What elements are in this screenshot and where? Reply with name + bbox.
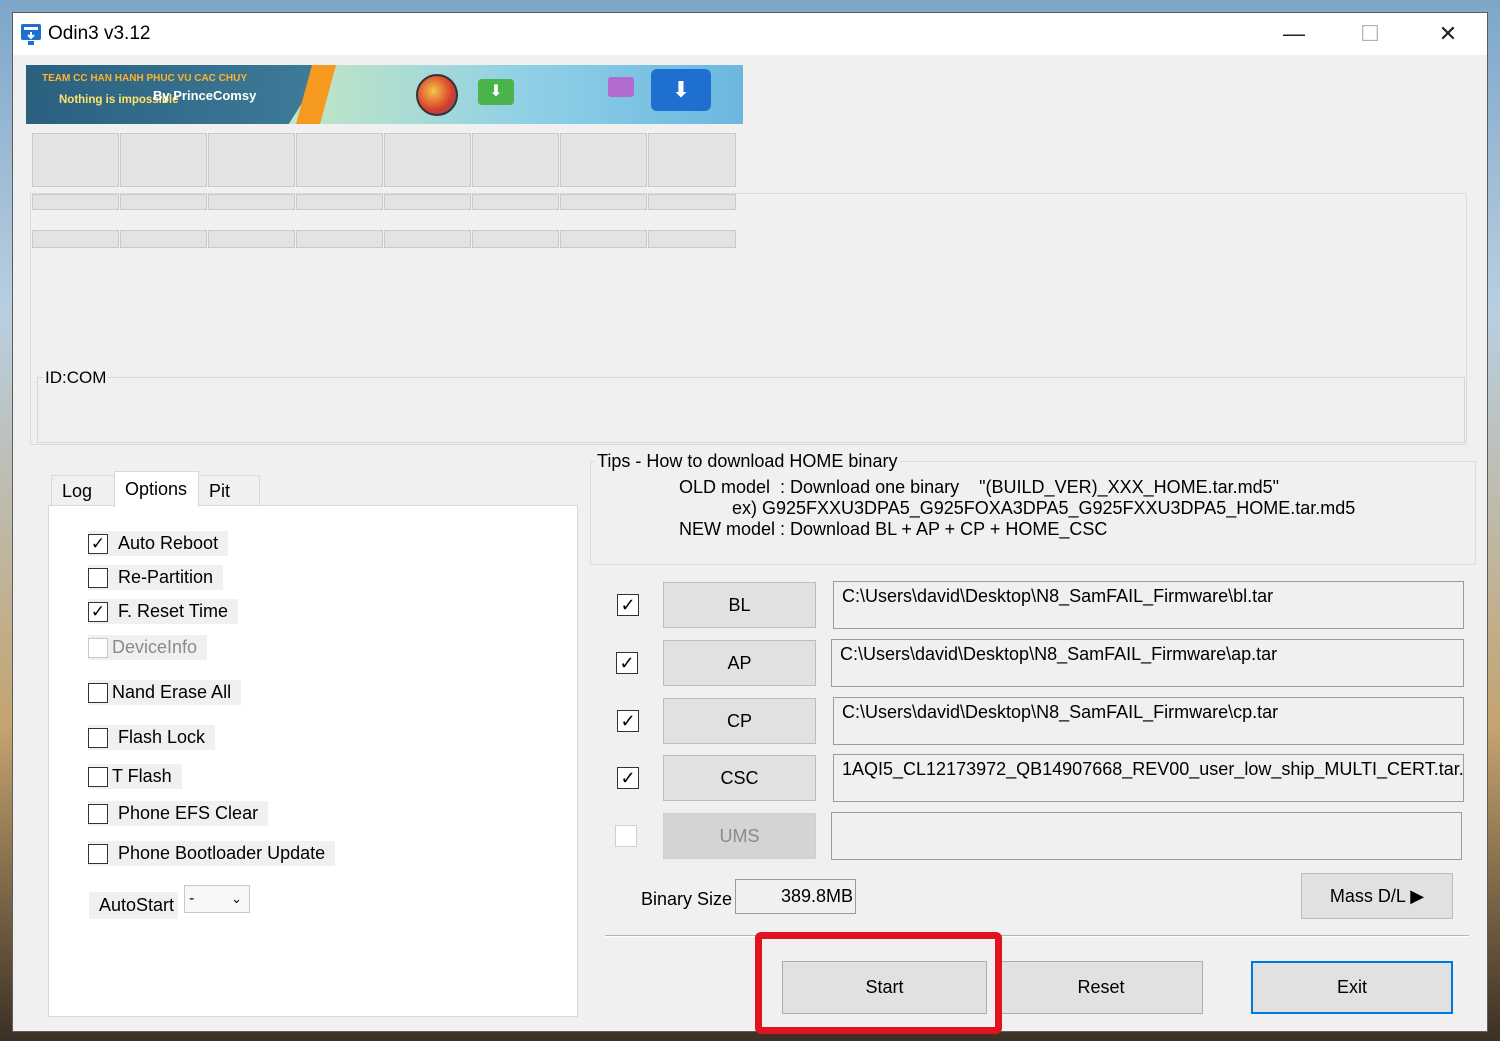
close-button[interactable]: ✕ (1410, 13, 1486, 55)
option-label: Re-Partition (118, 567, 214, 587)
message-icon (608, 77, 634, 97)
banner-byline: By PrinceComsy (153, 88, 257, 103)
reset-button[interactable]: Reset (999, 961, 1203, 1014)
start-highlight-annotation (755, 932, 1002, 1034)
checkbox-checked-icon: ✓ (620, 710, 636, 731)
window-title: Odin3 v3.12 (48, 23, 151, 44)
port-slot (32, 133, 119, 187)
ap-checkbox[interactable]: ✓ (616, 652, 638, 674)
checkbox-disabled-icon (88, 637, 108, 658)
title-bar[interactable]: Odin3 v3.12 — ☐ ✕ (13, 13, 1487, 55)
checkbox-checked-icon: ✓ (620, 767, 636, 788)
checkbox-unchecked-icon[interactable] (88, 766, 108, 787)
id-com-group (37, 377, 1465, 443)
option-t-flash[interactable]: T Flash (88, 764, 182, 789)
banner-team-text: TEAM CC HAN HANH PHUC VU CAC CHUY (42, 73, 247, 84)
option-label: DeviceInfo (112, 637, 198, 657)
cp-button[interactable]: CP (663, 698, 816, 744)
csc-path-field[interactable]: 1AQI5_CL12173972_QB14907668_REV00_user_l… (833, 754, 1464, 802)
option-label: Auto Reboot (118, 533, 219, 553)
maximize-button[interactable]: ☐ (1332, 13, 1408, 55)
port-slot (120, 133, 207, 187)
tips-line-new-model: NEW model : Download BL + AP + CP + HOME… (679, 519, 1108, 539)
checkbox-unchecked-icon[interactable] (88, 682, 108, 703)
csc-checkbox[interactable]: ✓ (617, 767, 639, 789)
globe-icon (416, 74, 458, 116)
option-flash-lock[interactable]: Flash Lock (88, 725, 216, 750)
checkbox-unchecked-icon[interactable] (88, 843, 108, 864)
minimize-icon: — (1283, 21, 1305, 46)
maximize-icon: ☐ (1360, 21, 1380, 46)
cp-path-field[interactable]: C:\Users\david\Desktop\N8_SamFAIL_Firmwa… (833, 697, 1464, 745)
mass-dl-button[interactable]: Mass D/L ▶ (1301, 873, 1453, 919)
ap-path-field[interactable]: C:\Users\david\Desktop\N8_SamFAIL_Firmwa… (831, 639, 1464, 687)
port-slot (208, 133, 295, 187)
checkbox-checked-icon: ✓ (620, 594, 636, 615)
option-phone-bootloader-update[interactable]: Phone Bootloader Update (88, 841, 336, 866)
bl-button[interactable]: BL (663, 582, 816, 628)
tab-log[interactable]: Log (51, 475, 115, 506)
option-label: F. Reset Time (118, 601, 229, 621)
option-auto-reboot[interactable]: ✓ Auto Reboot (88, 531, 229, 556)
bl-path-field[interactable]: C:\Users\david\Desktop\N8_SamFAIL_Firmwa… (833, 581, 1464, 629)
id-com-label: ID:COM (43, 368, 109, 388)
tips-line-example: ex) G925FXXU3DPA5_G925FOXA3DPA5_G925FXXU… (732, 498, 1356, 518)
checkbox-checked-icon[interactable]: ✓ (88, 533, 108, 554)
checkbox-unchecked-icon[interactable] (88, 727, 108, 748)
option-nand-erase-all[interactable]: Nand Erase All (88, 680, 242, 705)
autostart-label: AutoStart (89, 892, 179, 919)
tips-line-old-model: OLD model : Download one binary "(BUILD_… (679, 477, 1280, 497)
option-label: Phone EFS Clear (118, 803, 259, 823)
tab-pit[interactable]: Pit (198, 475, 260, 506)
option-deviceinfo: DeviceInfo (88, 635, 208, 660)
checkbox-checked-icon[interactable]: ✓ (88, 601, 108, 622)
ap-button[interactable]: AP (663, 640, 816, 686)
bl-checkbox[interactable]: ✓ (617, 594, 639, 616)
download-icon: ⬇ (478, 79, 514, 105)
tips-title: Tips - How to download HOME binary (595, 451, 900, 472)
port-slot (472, 133, 559, 187)
option-phone-efs-clear[interactable]: Phone EFS Clear (88, 801, 269, 826)
option-f-reset-time[interactable]: ✓ F. Reset Time (88, 599, 239, 624)
option-label: T Flash (112, 766, 172, 786)
checkbox-checked-icon: ✓ (619, 652, 635, 673)
option-label: Nand Erase All (112, 682, 232, 702)
odin-window: Odin3 v3.12 — ☐ ✕ TEAM CC HAN HANH PHUC … (12, 12, 1488, 1034)
chevron-down-icon: ⌄ (231, 891, 242, 906)
autostart-value: - (189, 890, 195, 907)
exit-button[interactable]: Exit (1251, 961, 1453, 1014)
separator (605, 935, 1469, 937)
download-box-icon: ⬇ (651, 69, 711, 111)
header-banner: TEAM CC HAN HANH PHUC VU CAC CHUY Nothin… (26, 65, 743, 124)
port-slot (384, 133, 471, 187)
option-label: Phone Bootloader Update (118, 843, 326, 863)
port-slot (560, 133, 647, 187)
binary-size-value: 389.8MB (735, 879, 856, 914)
binary-size-label: Binary Size (641, 889, 733, 909)
odin-app-icon (21, 24, 41, 45)
ums-checkbox (615, 825, 637, 847)
autostart-dropdown[interactable]: - ⌄ (184, 885, 250, 913)
ums-path-field (831, 812, 1462, 860)
minimize-button[interactable]: — (1256, 13, 1332, 55)
ums-button: UMS (663, 813, 816, 859)
close-icon: ✕ (1438, 21, 1458, 46)
port-slot (648, 133, 736, 187)
option-re-partition[interactable]: Re-Partition (88, 565, 224, 590)
checkbox-unchecked-icon[interactable] (88, 803, 108, 824)
tab-options[interactable]: Options (114, 471, 199, 507)
option-label: Flash Lock (118, 727, 206, 747)
checkbox-unchecked-icon[interactable] (88, 567, 108, 588)
port-slot (296, 133, 383, 187)
cp-checkbox[interactable]: ✓ (617, 710, 639, 732)
csc-button[interactable]: CSC (663, 755, 816, 801)
